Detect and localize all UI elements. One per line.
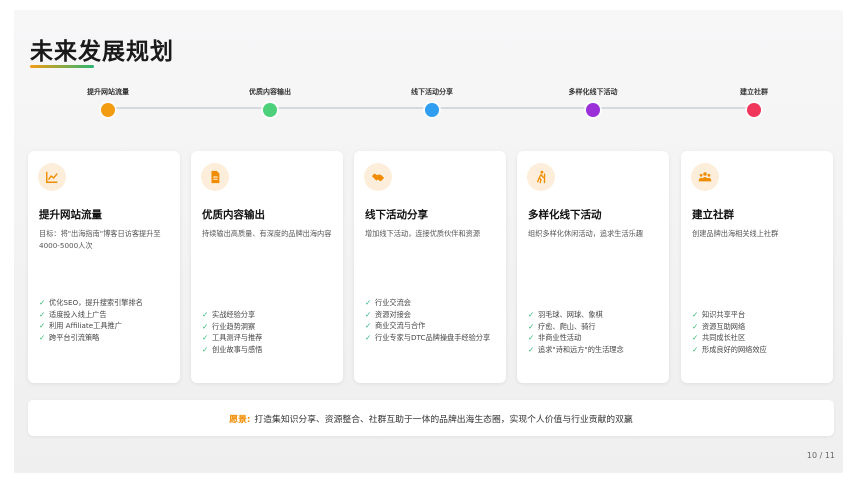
timeline-step-1: 提升网站流量	[58, 87, 158, 117]
check-icon: ✓	[202, 333, 209, 342]
timeline-label: 线下活动分享	[411, 88, 453, 96]
card-offline-sharing: 线下活动分享 增加线下活动，连接优质伙伴和资源 ✓ 行业交流会 ✓ 资源对接会 ✓ 商…	[354, 151, 506, 383]
timeline-step-3: 线下活动分享	[382, 87, 482, 117]
list-item: ✓ 行业专家与DTC品牌操盘手经验分享	[365, 332, 491, 342]
card-traffic: 提升网站流量 目标：将"出海指南"博客日访客提升至4000-5000人次 ✓ 优化…	[28, 151, 180, 383]
check-icon: ✓	[365, 332, 372, 342]
card-content: 优质内容输出 持续输出高质量、有深度的品牌出海内容 ✓ 实战经验分享 ✓ 行业趋势洞…	[191, 151, 343, 383]
list-item: ✓ 商业交流与合作	[365, 321, 426, 330]
vision-label: 愿景:	[229, 414, 251, 425]
timeline-step-5: 建立社群	[704, 87, 804, 117]
list-item: ✓ 行业趋势洞察	[202, 321, 256, 331]
list-item: ✓ 追求"诗和远方"的生活理念	[528, 344, 624, 354]
check-icon: ✓	[692, 310, 699, 319]
list-item: ✓ 利用 Affiliate工具推广	[39, 321, 122, 330]
timeline-dot	[101, 103, 115, 117]
card-list: ✓ 实战经验分享 ✓ 行业趋势洞察 ✓ 工具测评与推荐 ✓ 创业故事与感悟	[202, 309, 338, 355]
list-item: ✓ 共同成长社区	[692, 333, 746, 342]
vision-banner: 愿景: 打造集知识分享、资源整合、社群互助于一体的品牌出海生态圈，实现个人价值与…	[28, 400, 834, 436]
check-icon: ✓	[202, 321, 209, 331]
timeline-label: 多样化线下活动	[568, 88, 618, 96]
check-icon: ✓	[365, 321, 372, 330]
page-title: 未来发展规划	[30, 39, 174, 65]
check-icon: ✓	[692, 333, 699, 342]
card-title: 多样化线下活动	[528, 209, 602, 221]
card-list: ✓ 知识共享平台 ✓ 资源互助网络 ✓ 共同成长社区 ✓ 形成良好的网络效应	[692, 309, 828, 355]
chart-line-icon	[38, 163, 66, 191]
card-title: 建立社群	[692, 209, 734, 221]
list-item: ✓ 资源对接会	[365, 309, 411, 319]
card-diverse-activities: 多样化线下活动 组织多样化休闲活动，追求生活乐趣 ✓ 羽毛球、网球、象棋 ✓ 疗愈、…	[517, 151, 669, 383]
card-title: 提升网站流量	[39, 209, 102, 221]
vision-text: 打造集知识分享、资源整合、社群互助于一体的品牌出海生态圈，实现个人价值与行业贡献…	[254, 414, 633, 425]
check-icon: ✓	[528, 333, 535, 342]
card-community: 建立社群 创建品牌出海相关线上社群 ✓ 知识共享平台 ✓ 资源互助网络 ✓ 共同成长社…	[681, 151, 833, 383]
slide: 未来发展规划 提升网站流量 优质内容输出 线下活动分享 多样化线下活动 建立社群…	[14, 10, 843, 473]
check-icon: ✓	[528, 310, 535, 319]
list-item: ✓ 非商业性活动	[528, 333, 582, 342]
list-item: ✓ 疗愈、爬山、骑行	[528, 321, 596, 331]
timeline-dot	[747, 103, 761, 117]
check-icon: ✓	[528, 321, 535, 331]
timeline-dot	[263, 103, 277, 117]
timeline-label: 优质内容输出	[249, 88, 291, 96]
timeline-step-4: 多样化线下活动	[543, 87, 643, 117]
check-icon: ✓	[692, 344, 699, 354]
timeline-step-2: 优质内容输出	[220, 87, 320, 117]
timeline-dot	[425, 103, 439, 117]
card-list: ✓ 优化SEO，提升搜索引擎排名 ✓ 适度投入线上广告 ✓ 利用 Affiliate工…	[39, 297, 175, 343]
check-icon: ✓	[528, 344, 535, 354]
list-item: ✓ 知识共享平台	[692, 310, 746, 319]
card-title: 优质内容输出	[202, 209, 265, 221]
check-icon: ✓	[202, 310, 209, 319]
check-icon: ✓	[39, 321, 46, 330]
handshake-icon	[364, 163, 392, 191]
timeline-dot	[586, 103, 600, 117]
list-item: ✓ 跨平台引流策略	[39, 332, 100, 342]
check-icon: ✓	[202, 344, 209, 354]
title-underline	[30, 65, 94, 68]
list-item: ✓ 行业交流会	[365, 298, 411, 307]
card-desc: 目标：将"出海指南"博客日访客提升至4000-5000人次	[39, 229, 161, 250]
card-desc: 组织多样化休闲活动，追求生活乐趣	[528, 229, 644, 238]
check-icon: ✓	[39, 309, 46, 319]
hiking-icon	[527, 163, 555, 191]
card-desc: 增加线下活动，连接优质伙伴和资源	[365, 229, 481, 238]
document-icon	[201, 163, 229, 191]
timeline-label: 提升网站流量	[87, 88, 129, 96]
card-list: ✓ 羽毛球、网球、象棋 ✓ 疗愈、爬山、骑行 ✓ 非商业性活动 ✓ 追求"诗和远方"的生…	[528, 309, 664, 355]
list-item: ✓ 形成良好的网络效应	[692, 344, 767, 354]
check-icon: ✓	[692, 321, 699, 331]
list-item: ✓ 创业故事与感悟	[202, 344, 263, 354]
list-item: ✓ 优化SEO，提升搜索引擎排名	[39, 298, 143, 307]
card-title: 线下活动分享	[365, 209, 428, 221]
list-item: ✓ 羽毛球、网球、象棋	[528, 310, 603, 319]
list-item: ✓ 工具测评与推荐	[202, 333, 263, 342]
check-icon: ✓	[39, 332, 46, 342]
card-list: ✓ 行业交流会 ✓ 资源对接会 ✓ 商业交流与合作 ✓ 行业专家与DTC品牌操盘手经验分…	[365, 297, 501, 343]
timeline-label: 建立社群	[740, 88, 768, 96]
card-desc: 创建品牌出海相关线上社群	[692, 229, 779, 238]
page-number: 10 / 11	[806, 451, 835, 460]
card-desc: 持续输出高质量、有深度的品牌出海内容	[202, 229, 332, 238]
group-icon	[691, 163, 719, 191]
list-item: ✓ 资源互助网络	[692, 321, 746, 331]
check-icon: ✓	[39, 298, 46, 307]
check-icon: ✓	[365, 298, 372, 307]
list-item: ✓ 适度投入线上广告	[39, 309, 107, 319]
list-item: ✓ 实战经验分享	[202, 310, 256, 319]
check-icon: ✓	[365, 309, 372, 319]
